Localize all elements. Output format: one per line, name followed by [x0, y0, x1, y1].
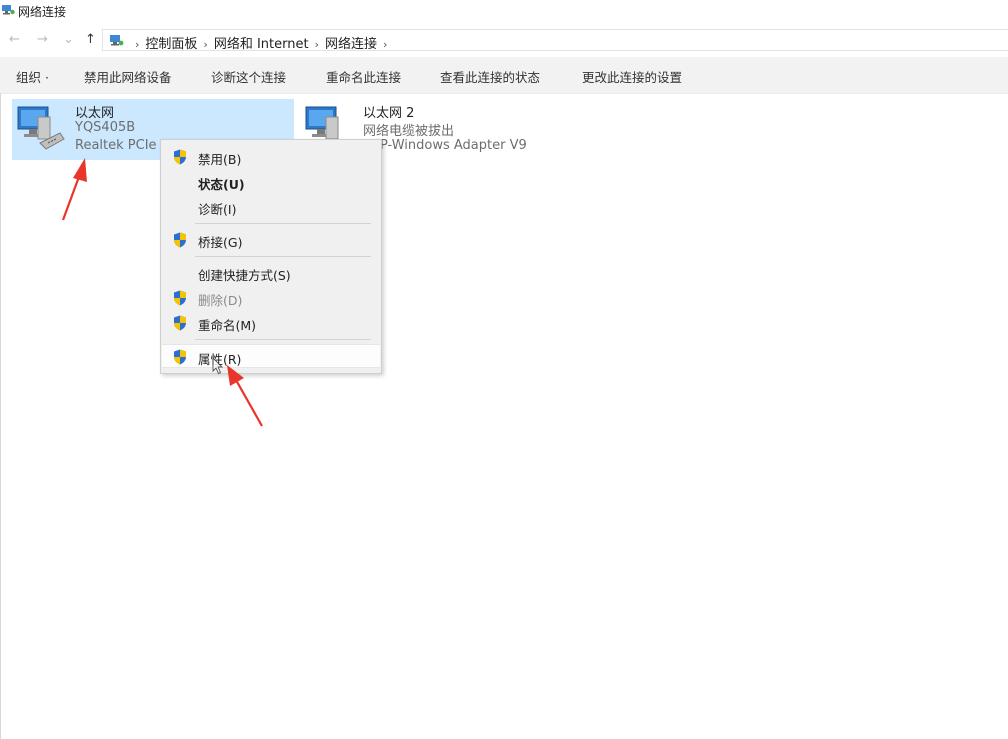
menu-item-properties[interactable]: 属性(R): [162, 344, 380, 368]
forward-button[interactable]: →: [37, 32, 48, 47]
menu-item-disable[interactable]: 禁用(B): [162, 145, 380, 169]
menu-item-label: 重命名(M): [198, 318, 257, 333]
menu-item-delete[interactable]: 删除(D): [162, 286, 380, 310]
pane-border: [0, 93, 1, 739]
breadcrumb-network-connections[interactable]: 网络连接: [325, 37, 377, 52]
adapter-network: YQS405B: [75, 120, 136, 135]
menu-item-bridge[interactable]: 桥接(G): [162, 228, 380, 252]
adapter-device: Realtek PCIe: [75, 138, 157, 153]
change-settings-button[interactable]: 更改此连接的设置: [582, 67, 682, 86]
menu-separator: [195, 223, 371, 224]
back-button[interactable]: ←: [9, 32, 20, 47]
network-folder-icon: [110, 35, 124, 46]
window-title: 网络连接: [18, 5, 67, 19]
adapter-name: 以太网: [75, 106, 115, 121]
uac-shield-icon: [174, 232, 186, 248]
context-menu: 禁用(B) 状态(U) 诊断(I) 桥接(G) 创建快捷方式(S) 删除(D) …: [160, 139, 382, 374]
annotation-arrow-icon: [61, 158, 87, 221]
adapter-name: 以太网 2: [363, 106, 415, 121]
uac-shield-icon: [174, 149, 186, 165]
breadcrumb-separator: ›: [383, 38, 388, 51]
mouse-cursor-icon: [212, 357, 224, 375]
command-bar: 组织 · 禁用此网络设备 诊断这个连接 重命名此连接 查看此连接的状态 更改此连…: [0, 57, 1008, 94]
menu-item-label: 禁用(B): [198, 152, 242, 167]
menu-item-status[interactable]: 状态(U): [162, 170, 380, 194]
uac-shield-icon: [174, 349, 186, 365]
uac-shield-icon: [174, 315, 186, 331]
breadcrumb: › 控制面板 › 网络和 Internet › 网络连接 ›: [129, 33, 393, 52]
menu-separator: [195, 256, 371, 257]
breadcrumb-separator: ›: [314, 38, 319, 51]
menu-item-label: 诊断(I): [198, 202, 237, 217]
organize-button[interactable]: 组织 ·: [16, 67, 49, 86]
breadcrumb-separator: ›: [203, 38, 208, 51]
menu-item-label: 桥接(G): [198, 235, 243, 250]
annotation-arrow-icon: [227, 365, 263, 427]
disable-device-button[interactable]: 禁用此网络设备: [84, 67, 172, 86]
rename-connection-button[interactable]: 重命名此连接: [326, 67, 401, 86]
menu-item-label: 删除(D): [198, 293, 243, 308]
menu-item-label: 状态(U): [198, 177, 245, 192]
diagnose-connection-button[interactable]: 诊断这个连接: [211, 67, 286, 86]
network-folder-icon: [2, 5, 15, 15]
address-input[interactable]: › 控制面板 › 网络和 Internet › 网络连接 ›: [102, 29, 1008, 52]
adapter-status: 网络电缆被拔出: [363, 124, 455, 139]
recent-locations-button[interactable]: ⌄: [63, 32, 74, 47]
breadcrumb-network-internet[interactable]: 网络和 Internet: [214, 37, 309, 52]
address-bar: ← → ⌄ ↑ › 控制面板 › 网络和 Internet › 网络连接 ›: [0, 27, 1008, 53]
up-button[interactable]: ↑: [85, 32, 96, 47]
network-adapter-icon: [17, 106, 65, 150]
menu-item-diagnose[interactable]: 诊断(I): [162, 195, 380, 219]
breadcrumb-separator: ›: [135, 38, 140, 51]
menu-item-label: 创建快捷方式(S): [198, 268, 291, 283]
menu-separator: [195, 339, 371, 340]
menu-item-rename[interactable]: 重命名(M): [162, 311, 380, 335]
breadcrumb-control-panel[interactable]: 控制面板: [145, 37, 197, 52]
menu-item-create-shortcut[interactable]: 创建快捷方式(S): [162, 261, 380, 285]
uac-shield-icon: [174, 290, 186, 306]
title-bar: 网络连接: [0, 0, 1008, 22]
view-status-button[interactable]: 查看此连接的状态: [440, 67, 540, 86]
adapter-device: P-Windows Adapter V9: [380, 138, 527, 153]
